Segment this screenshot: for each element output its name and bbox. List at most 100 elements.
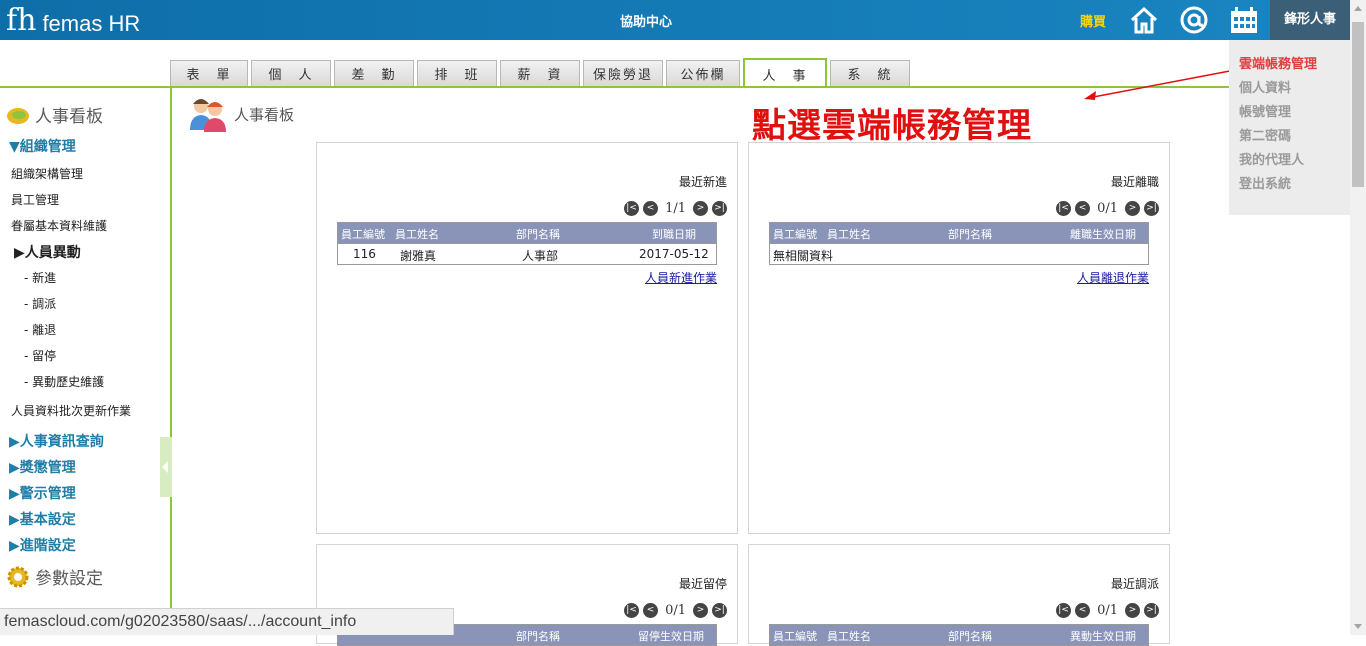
next-page-button[interactable]: >: [693, 603, 708, 618]
sidebar-item-dependents[interactable]: 眷屬基本資料維護: [11, 217, 107, 234]
table-row: 無相關資料: [770, 243, 1148, 264]
pager: |< < 0/1 > >|: [622, 603, 729, 618]
col-employee-id: 員工編號: [773, 630, 817, 643]
next-page-button[interactable]: >: [693, 201, 708, 216]
sidebar-section-alerts[interactable]: ▶警示管理: [9, 483, 76, 503]
panel-title: 最近離職: [1110, 175, 1159, 189]
col-employee-id: 員工編號: [773, 228, 817, 241]
sidebar-section-hr-query[interactable]: ▶人事資訊查詢: [9, 431, 104, 451]
pager: |< < 0/1 > >|: [1054, 201, 1161, 216]
resign-action-link[interactable]: 人員離退作業: [1077, 269, 1149, 286]
scroll-up-icon[interactable]: [1354, 6, 1362, 11]
sidebar-section-org[interactable]: ▼組織管理: [9, 136, 76, 156]
sidebar-item-leave[interactable]: - 留停: [24, 347, 56, 364]
col-leave-date: 留停生效日期: [638, 630, 704, 643]
tab-hr[interactable]: 人 事: [743, 58, 827, 88]
sidebar-collapse-handle[interactable]: [160, 437, 172, 497]
table-row[interactable]: 116 謝雅真 人事部 2017-05-12: [338, 243, 716, 264]
help-center-link[interactable]: 協助中心: [620, 11, 672, 30]
panel-title: 最近留停: [678, 577, 727, 591]
table-header: 員工編號 員工姓名 部門名稱 到職日期: [338, 223, 716, 243]
first-page-button[interactable]: |<: [624, 603, 640, 618]
last-page-button[interactable]: >|: [1144, 201, 1159, 216]
tab-attendance[interactable]: 差 勤: [334, 60, 414, 86]
sidebar-item-transfer[interactable]: - 調派: [24, 295, 56, 312]
tab-personal[interactable]: 個 人: [251, 60, 331, 86]
sidebar-sub-personnel-change[interactable]: ▶人員異動: [14, 242, 81, 262]
first-page-button[interactable]: |<: [624, 201, 640, 216]
col-department: 部門名稱: [516, 228, 560, 241]
next-page-button[interactable]: >: [1125, 201, 1140, 216]
user-menu-button[interactable]: 鋒形人事: [1270, 0, 1350, 40]
sidebar-section-rewards[interactable]: ▶獎懲管理: [9, 457, 76, 477]
collapse-arrow-icon: [162, 461, 168, 473]
sidebar-param-header[interactable]: 參數設定: [6, 564, 103, 589]
sidebar-section-basic-settings[interactable]: ▶基本設定: [9, 509, 76, 529]
instruction-annotation: 點選雲端帳務管理: [752, 106, 1032, 146]
prev-page-button[interactable]: <: [643, 201, 659, 216]
logo[interactable]: fh femas HR: [6, 4, 140, 38]
sidebar-board-title: 人事看板: [35, 107, 103, 127]
empty-message: 無相關資料: [773, 249, 834, 263]
last-page-button[interactable]: >|: [712, 201, 727, 216]
menu-item-logout[interactable]: 登出系統: [1239, 173, 1291, 192]
page-scrollbar[interactable]: [1350, 0, 1366, 635]
sidebar-item-batch-update[interactable]: 人員資料批次更新作業: [11, 402, 131, 419]
new-hire-action-link[interactable]: 人員新進作業: [645, 269, 717, 286]
col-employee-name: 員工姓名: [827, 630, 871, 643]
tab-shift[interactable]: 排 班: [417, 60, 497, 86]
buy-link[interactable]: 購買: [1080, 11, 1106, 30]
col-employee-id: 員工編號: [341, 228, 385, 241]
sidebar-item-change-history[interactable]: - 異動歷史維護: [24, 373, 104, 390]
last-page-button[interactable]: >|: [1144, 603, 1159, 618]
home-icon[interactable]: [1128, 4, 1160, 36]
tab-system[interactable]: 系 統: [830, 60, 910, 86]
first-page-button[interactable]: |<: [1056, 201, 1072, 216]
page-count: 0/1: [1097, 603, 1118, 618]
sidebar: 人事看板 ▼組織管理 組織架構管理 員工管理 眷屬基本資料維護 ▶人員異動 - …: [0, 88, 172, 635]
scroll-thumb[interactable]: [1352, 22, 1364, 187]
prev-page-button[interactable]: <: [1075, 603, 1091, 618]
table-header: 員工編號 員工姓名 部門名稱 異動生效日期: [770, 625, 1148, 645]
prev-page-button[interactable]: <: [643, 603, 659, 618]
menu-item-delegate[interactable]: 我的代理人: [1239, 149, 1304, 168]
tab-forms[interactable]: 表 單: [170, 60, 248, 86]
table-header: 員工編號 員工姓名 部門名稱 離職生效日期: [770, 223, 1148, 243]
page-count: 0/1: [665, 603, 686, 618]
menu-item-account[interactable]: 帳號管理: [1239, 101, 1291, 120]
sidebar-item-new-hire[interactable]: - 新進: [24, 269, 56, 286]
col-department: 部門名稱: [948, 630, 992, 643]
people-icon: [190, 99, 226, 132]
next-page-button[interactable]: >: [1125, 603, 1140, 618]
panel-recent-new-hire: 最近新進 |< < 1/1 > >| 員工編號 員工姓名 部門名稱 到職日期 1…: [316, 142, 738, 534]
sidebar-section-advanced-settings[interactable]: ▶進階設定: [9, 535, 76, 555]
page-count: 1/1: [665, 201, 686, 216]
logo-text: femas HR: [42, 11, 141, 36]
col-transfer-date: 異動生效日期: [1070, 630, 1136, 643]
at-icon[interactable]: [1178, 4, 1210, 36]
col-department: 部門名稱: [948, 228, 992, 241]
sidebar-board-header[interactable]: 人事看板: [6, 102, 103, 127]
tab-bulletin[interactable]: 公佈欄: [666, 60, 740, 86]
cell-hire-date: 2017-05-12: [639, 247, 709, 261]
logo-mark: fh: [6, 3, 37, 38]
first-page-button[interactable]: |<: [1056, 603, 1072, 618]
tab-insurance[interactable]: 保險勞退: [583, 60, 663, 86]
annotation-arrow: [1084, 69, 1236, 100]
board-icon: [7, 107, 29, 124]
menu-item-second-password[interactable]: 第二密碼: [1239, 125, 1291, 144]
scroll-down-icon[interactable]: [1354, 624, 1362, 629]
calendar-icon[interactable]: [1228, 4, 1260, 36]
last-page-button[interactable]: >|: [712, 603, 727, 618]
menu-item-cloud-billing[interactable]: 雲端帳務管理: [1239, 53, 1317, 72]
menu-item-profile[interactable]: 個人資料: [1239, 77, 1291, 96]
tab-salary[interactable]: 薪 資: [500, 60, 580, 86]
sidebar-item-resign[interactable]: - 離退: [24, 321, 56, 338]
prev-page-button[interactable]: <: [1075, 201, 1091, 216]
page-title: 人事看板: [234, 105, 295, 124]
sidebar-item-org-structure[interactable]: 組織架構管理: [11, 165, 83, 182]
col-hire-date: 到職日期: [652, 228, 696, 241]
module-tabs: 表 單 個 人 差 勤 排 班 薪 資 保險勞退 公佈欄 人 事 系 統: [170, 58, 913, 88]
sidebar-item-employee[interactable]: 員工管理: [11, 191, 59, 208]
cell-employee-id: 116: [353, 247, 376, 261]
